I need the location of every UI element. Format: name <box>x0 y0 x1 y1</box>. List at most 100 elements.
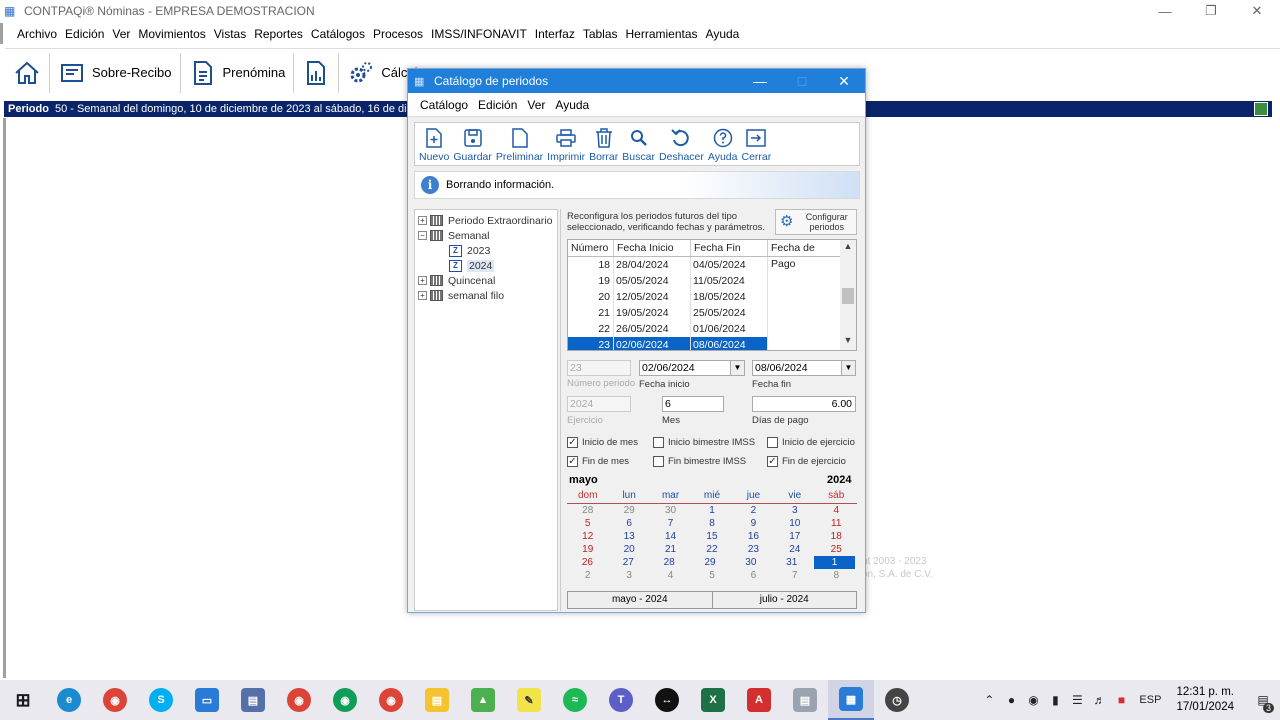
calendar-day[interactable]: 29 <box>690 556 731 569</box>
taskbar-skype[interactable]: S <box>138 680 184 720</box>
clock[interactable]: 12:31 p. m. 17/01/2024 <box>1176 685 1234 715</box>
menu-catalogos[interactable]: Catálogos <box>311 27 365 41</box>
inicio-bimestre-imss-checkbox[interactable]: Inicio bimestre IMSS <box>653 437 755 448</box>
taskbar-app-gray[interactable]: ▤ <box>782 680 828 720</box>
ayuda-button[interactable]: Ayuda <box>708 123 738 163</box>
period-status-icon[interactable] <box>1254 102 1268 116</box>
fin-ejercicio-checkbox[interactable]: ✓ Fin de ejercicio <box>767 456 846 467</box>
cerrar-button[interactable]: Cerrar <box>742 123 771 163</box>
menu-herramientas[interactable]: Herramientas <box>626 27 698 41</box>
calendar-day[interactable]: 7 <box>774 569 815 582</box>
language-indicator[interactable]: ESP <box>1132 694 1168 706</box>
calendar-day[interactable]: 25 <box>816 543 857 556</box>
calendar-day[interactable]: 28 <box>649 556 690 569</box>
calendar-day[interactable]: 1 <box>691 504 732 517</box>
taskbar-app-arrows[interactable]: ↔ <box>644 680 690 720</box>
calendar-day[interactable]: 28 <box>567 504 608 517</box>
taskbar-explorer[interactable]: ▤ <box>414 680 460 720</box>
calendar-day[interactable]: 20 <box>608 543 649 556</box>
calendar-day[interactable]: 6 <box>733 569 774 582</box>
taskbar-chrome-4[interactable]: ◉ <box>368 680 414 720</box>
scroll-up-icon[interactable]: ▲ <box>840 241 856 255</box>
restore-button[interactable]: ❐ <box>1188 0 1234 22</box>
deshacer-button[interactable]: Deshacer <box>659 123 704 163</box>
notifications-button[interactable]: ▤ 3 <box>1246 693 1280 713</box>
report-button[interactable] <box>294 52 340 93</box>
menu-archivo[interactable]: Archivo <box>17 27 57 41</box>
taskbar-excel[interactable]: X <box>690 680 736 720</box>
calendar-day[interactable]: 27 <box>608 556 649 569</box>
calendar-day[interactable]: 21 <box>650 543 691 556</box>
calendar-day[interactable]: 8 <box>816 569 857 582</box>
calendar-day[interactable]: 30 <box>730 556 771 569</box>
taskbar-app-green[interactable]: ▲ <box>460 680 506 720</box>
calendar-day[interactable]: 4 <box>816 504 857 517</box>
dialog-close-button[interactable]: ✕ <box>823 69 865 93</box>
borrar-button[interactable]: Borrar <box>589 123 618 163</box>
calendar-day[interactable]: 5 <box>567 517 608 530</box>
col-fecha-inicio[interactable]: Fecha Inicio <box>614 240 691 256</box>
minimize-button[interactable]: — <box>1142 0 1188 22</box>
microphone-icon[interactable]: ● <box>1000 693 1022 707</box>
nuevo-button[interactable]: Nuevo <box>419 123 449 163</box>
menu-ayuda[interactable]: Ayuda <box>706 27 740 41</box>
calendar-day[interactable]: 26 <box>567 556 608 569</box>
col-fecha-fin[interactable]: Fecha Fin <box>691 240 768 256</box>
taskbar-chrome-1[interactable]: ◉ <box>92 680 138 720</box>
taskbar-chrome-3[interactable]: ◉ <box>322 680 368 720</box>
menu-tablas[interactable]: Tablas <box>583 27 618 41</box>
battery-icon[interactable]: ▮ <box>1044 693 1066 707</box>
dialog-minimize-button[interactable]: — <box>739 69 781 93</box>
sobre-recibo-button[interactable]: Sobre-Recibo <box>50 52 181 93</box>
tree-node-extraordinario[interactable]: + Periodo Extraordinario <box>415 213 557 228</box>
configurar-periodos-button[interactable]: ⚙ Configurar periodos <box>775 209 857 235</box>
taskbar-teams[interactable]: T <box>598 680 644 720</box>
taskbar-chrome-2[interactable]: ◉ <box>276 680 322 720</box>
volume-icon[interactable]: ♬ <box>1088 693 1110 707</box>
calendar-day[interactable]: 23 <box>733 543 774 556</box>
taskbar-spotify[interactable]: ≈ <box>552 680 598 720</box>
calendar-day[interactable]: 19 <box>567 543 608 556</box>
tree-node-semanal-filo[interactable]: + semanal filo <box>415 288 557 303</box>
webcam-icon[interactable]: ◉ <box>1022 693 1044 707</box>
tree-node-2023[interactable]: Z 2023 <box>415 243 557 258</box>
preliminar-button[interactable]: Preliminar <box>496 123 543 163</box>
calendar-day[interactable]: 31 <box>771 556 812 569</box>
mes-field[interactable]: 6 <box>662 396 724 412</box>
calendar-day[interactable]: 24 <box>774 543 815 556</box>
calendar-day[interactable]: 16 <box>733 530 774 543</box>
tree-node-2024[interactable]: Z 2024 <box>415 258 557 273</box>
expand-icon[interactable]: + <box>418 276 427 285</box>
taskbar-sticky-notes[interactable]: ✎ <box>506 680 552 720</box>
table-row-selected[interactable]: 23 02/06/2024 08/06/2024 <box>568 337 856 350</box>
tree-node-quincenal[interactable]: + Quincenal <box>415 273 557 288</box>
antivirus-icon[interactable]: ■ <box>1110 693 1132 707</box>
menu-ver[interactable]: Ver <box>112 27 130 41</box>
dropdown-arrow-icon[interactable]: ▼ <box>841 361 855 375</box>
menu-interfaz[interactable]: Interfaz <box>535 27 575 41</box>
menu-imss-infonavit[interactable]: IMSS/INFONAVIT <box>431 27 527 41</box>
table-row[interactable]: 22 26/05/2024 01/06/2024 <box>568 321 856 337</box>
dialog-menu-ayuda[interactable]: Ayuda <box>555 98 589 112</box>
fin-mes-checkbox[interactable]: ✓ Fin de mes <box>567 456 629 467</box>
inicio-mes-checkbox[interactable]: ✓ Inicio de mes <box>567 437 638 448</box>
calendar-day[interactable]: 6 <box>608 517 649 530</box>
taskbar-app-blue[interactable]: ▭ <box>184 680 230 720</box>
menu-procesos[interactable]: Procesos <box>373 27 423 41</box>
scroll-thumb[interactable] <box>842 288 854 304</box>
fecha-fin-field[interactable]: 08/06/2024 ▼ <box>752 360 856 376</box>
guardar-button[interactable]: Guardar <box>453 123 492 163</box>
taskbar-app-clock[interactable]: ◷ <box>874 680 920 720</box>
col-fecha-pago[interactable]: Fecha de Pago <box>768 240 841 270</box>
home-button[interactable] <box>5 52 50 93</box>
calendar-day[interactable]: 9 <box>733 517 774 530</box>
start-button[interactable]: ⊞ <box>0 680 46 720</box>
calendar-day[interactable]: 13 <box>608 530 649 543</box>
imprimir-button[interactable]: Imprimir <box>547 123 585 163</box>
calendar-day[interactable]: 10 <box>774 517 815 530</box>
calendar-day[interactable]: 22 <box>691 543 732 556</box>
menu-movimientos[interactable]: Movimientos <box>138 27 205 41</box>
fin-bimestre-imss-checkbox[interactable]: Fin bimestre IMSS <box>653 456 746 467</box>
calendar-day[interactable]: 5 <box>691 569 732 582</box>
calendar-day[interactable]: 15 <box>691 530 732 543</box>
